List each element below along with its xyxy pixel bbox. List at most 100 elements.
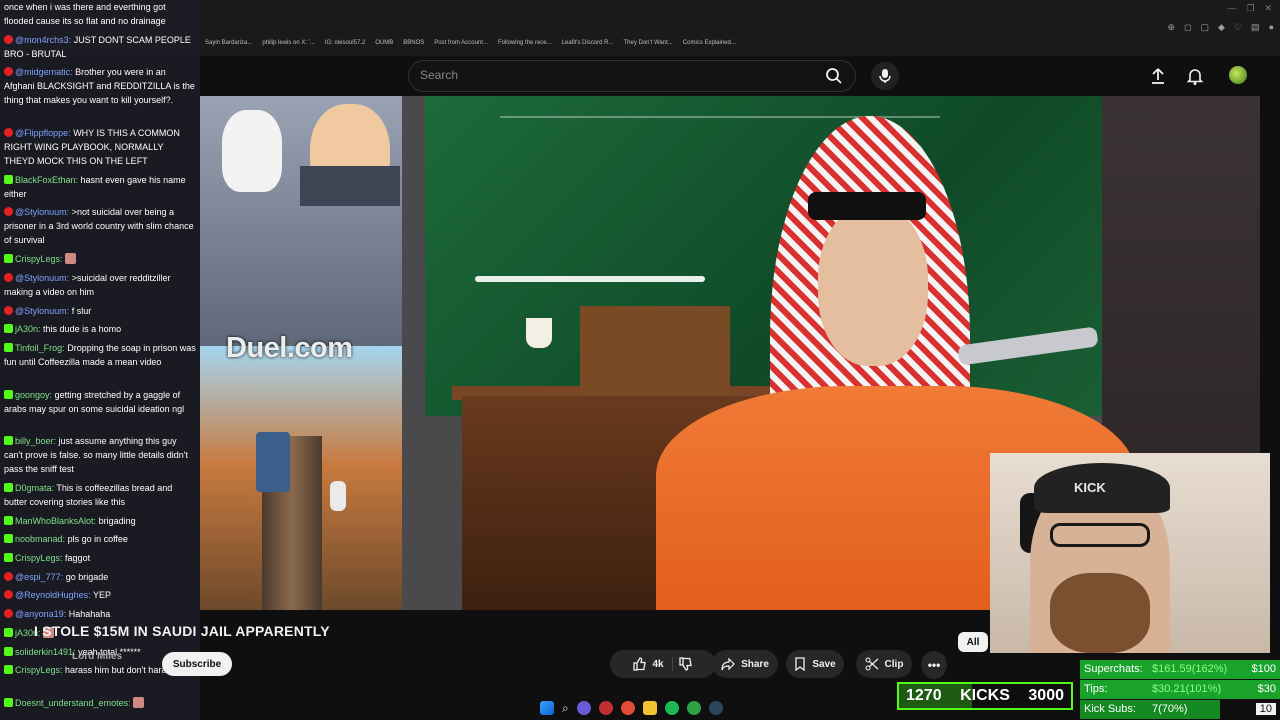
- xbox-icon[interactable]: [686, 701, 701, 715]
- subscribe-button[interactable]: Subscribe: [162, 652, 232, 676]
- chat-message: @anyona19: Hahahaha: [4, 607, 196, 621]
- account-avatar[interactable]: [1229, 66, 1247, 84]
- gameplay-clip: [200, 346, 402, 610]
- shield-icon[interactable]: ◆: [1218, 22, 1225, 33]
- chat-username[interactable]: CrispyLegs:: [15, 665, 63, 675]
- notifications-button[interactable]: [1185, 66, 1205, 86]
- chat-username[interactable]: @midgematic:: [15, 67, 73, 77]
- chrome-icon[interactable]: [620, 701, 635, 715]
- tips-value: $30.21(101%): [1152, 683, 1222, 695]
- cartoon-suit: [300, 166, 400, 206]
- presenter-face: [818, 206, 928, 366]
- bookmark[interactable]: philip lewis on X: '...: [262, 40, 315, 52]
- green-flag: [425, 96, 1102, 416]
- close-icon[interactable]: ✕: [1264, 3, 1272, 14]
- bookmark[interactable]: Leafit's Discord R...: [562, 40, 614, 52]
- profile-icon[interactable]: ●: [1269, 22, 1274, 33]
- restore-icon[interactable]: ❐: [1246, 3, 1254, 14]
- chat-username[interactable]: CrispyLegs:: [15, 553, 63, 563]
- bookmark[interactable]: OUMB: [375, 40, 393, 52]
- filter-chip-all[interactable]: All: [958, 632, 988, 652]
- kicks-goal: 3000: [1028, 687, 1064, 704]
- chat-message: D0gmata: This is coffeezillas bread and …: [4, 481, 196, 509]
- chat-message: @Flippfloppe: WHY IS THIS A COMMON RIGHT…: [4, 126, 196, 168]
- chat-username[interactable]: @Stylonuum:: [15, 207, 69, 217]
- chat-username[interactable]: goongoy:: [15, 390, 52, 400]
- chat-text: Hahahaha: [68, 609, 111, 619]
- cartoon-dog: [222, 110, 282, 192]
- stream-app-icon[interactable]: [598, 701, 613, 715]
- chat-message: Tinfoil_Frog: Dropping the soap in priso…: [4, 341, 196, 369]
- dislike-button[interactable]: [678, 657, 693, 671]
- chat-username[interactable]: @ReynoldHughes:: [15, 590, 91, 600]
- voice-search-button[interactable]: [871, 62, 899, 90]
- chat-message: billy_boer: just assume anything this gu…: [4, 434, 196, 476]
- bookmark[interactable]: BBNOS: [403, 40, 424, 52]
- bookmark[interactable]: Post from Account...: [434, 40, 488, 52]
- chat-username[interactable]: BlackFoxEthan:: [15, 175, 78, 185]
- chat-username[interactable]: jA30n:: [15, 324, 41, 334]
- chat-username[interactable]: Doesnt_understand_emotes:: [15, 698, 131, 708]
- chat-username[interactable]: Tinfoil_Frog:: [15, 343, 65, 353]
- chat-text: faggot: [65, 553, 91, 563]
- search-input[interactable]: [408, 60, 856, 92]
- search-placeholder: Search: [420, 68, 459, 82]
- teacup: [526, 318, 552, 348]
- chat-username[interactable]: noobmanad:: [15, 534, 65, 544]
- bookmark[interactable]: They Don't Want...: [624, 40, 673, 52]
- extension-icon[interactable]: ◻: [1184, 22, 1191, 33]
- share-icon: [721, 657, 735, 671]
- share-button[interactable]: Share: [712, 650, 778, 678]
- more-icon: •••: [927, 658, 941, 672]
- kick-badge-icon: [4, 647, 13, 656]
- favorite-icon[interactable]: ♡: [1234, 22, 1242, 33]
- clip-button[interactable]: Clip: [856, 650, 912, 678]
- zoom-icon[interactable]: ⊕: [1168, 22, 1176, 33]
- tips-row: Tips: $30.21(101%) $30: [1080, 680, 1280, 699]
- tab-icon[interactable]: ▢: [1201, 22, 1210, 33]
- bookmark[interactable]: Sayin Bardariza...: [205, 40, 252, 52]
- chat-message: BlackFoxEthan: hasnt even gave his name …: [4, 173, 196, 201]
- kick-badge-icon: [4, 628, 13, 637]
- kick-badge-icon: [4, 254, 13, 263]
- chat-username[interactable]: @Stylonuum:: [15, 273, 69, 283]
- chat-username[interactable]: @anyona19:: [15, 609, 66, 619]
- chat-username[interactable]: @espi_777:: [15, 572, 63, 582]
- more-actions-button[interactable]: •••: [921, 651, 947, 679]
- chat-username[interactable]: @Stylonuum:: [15, 306, 69, 316]
- bookmark[interactable]: IG: olesoul57.2: [325, 40, 365, 52]
- kick-badge-icon: [4, 553, 13, 562]
- upload-button[interactable]: [1148, 66, 1168, 86]
- taskbar: ⌕: [540, 697, 723, 719]
- microphone-icon: [879, 69, 891, 83]
- chat-username[interactable]: soliderkin1491:: [15, 647, 76, 657]
- channel-name[interactable]: Lord Miles: [72, 651, 122, 662]
- folder-icon[interactable]: [642, 701, 657, 715]
- windows-start-icon[interactable]: [540, 701, 554, 715]
- chat-username[interactable]: billy_boer:: [15, 436, 56, 446]
- streamer-glasses: [1050, 523, 1150, 547]
- cartoon-clip: [200, 96, 402, 346]
- search-icon[interactable]: ⌕: [562, 701, 569, 716]
- bookmark[interactable]: Comics Explained...: [683, 40, 736, 52]
- save-button[interactable]: Save: [786, 650, 844, 678]
- collections-icon[interactable]: ▤: [1251, 22, 1260, 33]
- minimize-icon[interactable]: —: [1227, 3, 1236, 14]
- youtube-badge-icon: [4, 35, 13, 44]
- browser-icon[interactable]: [576, 701, 591, 715]
- spotify-icon[interactable]: [664, 701, 679, 715]
- kick-badge-icon: [4, 483, 13, 492]
- chat-username[interactable]: @Flippfloppe:: [15, 128, 71, 138]
- chat-username[interactable]: CrispyLegs:: [15, 254, 63, 264]
- chat-username[interactable]: @mon4rchs3:: [15, 35, 71, 45]
- bookmark[interactable]: Following the rece...: [498, 40, 552, 52]
- chat-username[interactable]: ManWhoBlanksAlot:: [15, 516, 96, 526]
- chat-username[interactable]: D0gmata:: [15, 483, 54, 493]
- steam-icon[interactable]: [708, 701, 723, 715]
- kicks-goal-bar: 1270 KICKS 3000: [897, 682, 1073, 710]
- search-button[interactable]: [820, 64, 848, 88]
- chat-message: jA30n: this dude is a homo: [4, 322, 196, 336]
- like-button[interactable]: 4k: [633, 657, 673, 671]
- youtube-badge-icon: [4, 609, 13, 618]
- youtube-badge-icon: [4, 67, 13, 76]
